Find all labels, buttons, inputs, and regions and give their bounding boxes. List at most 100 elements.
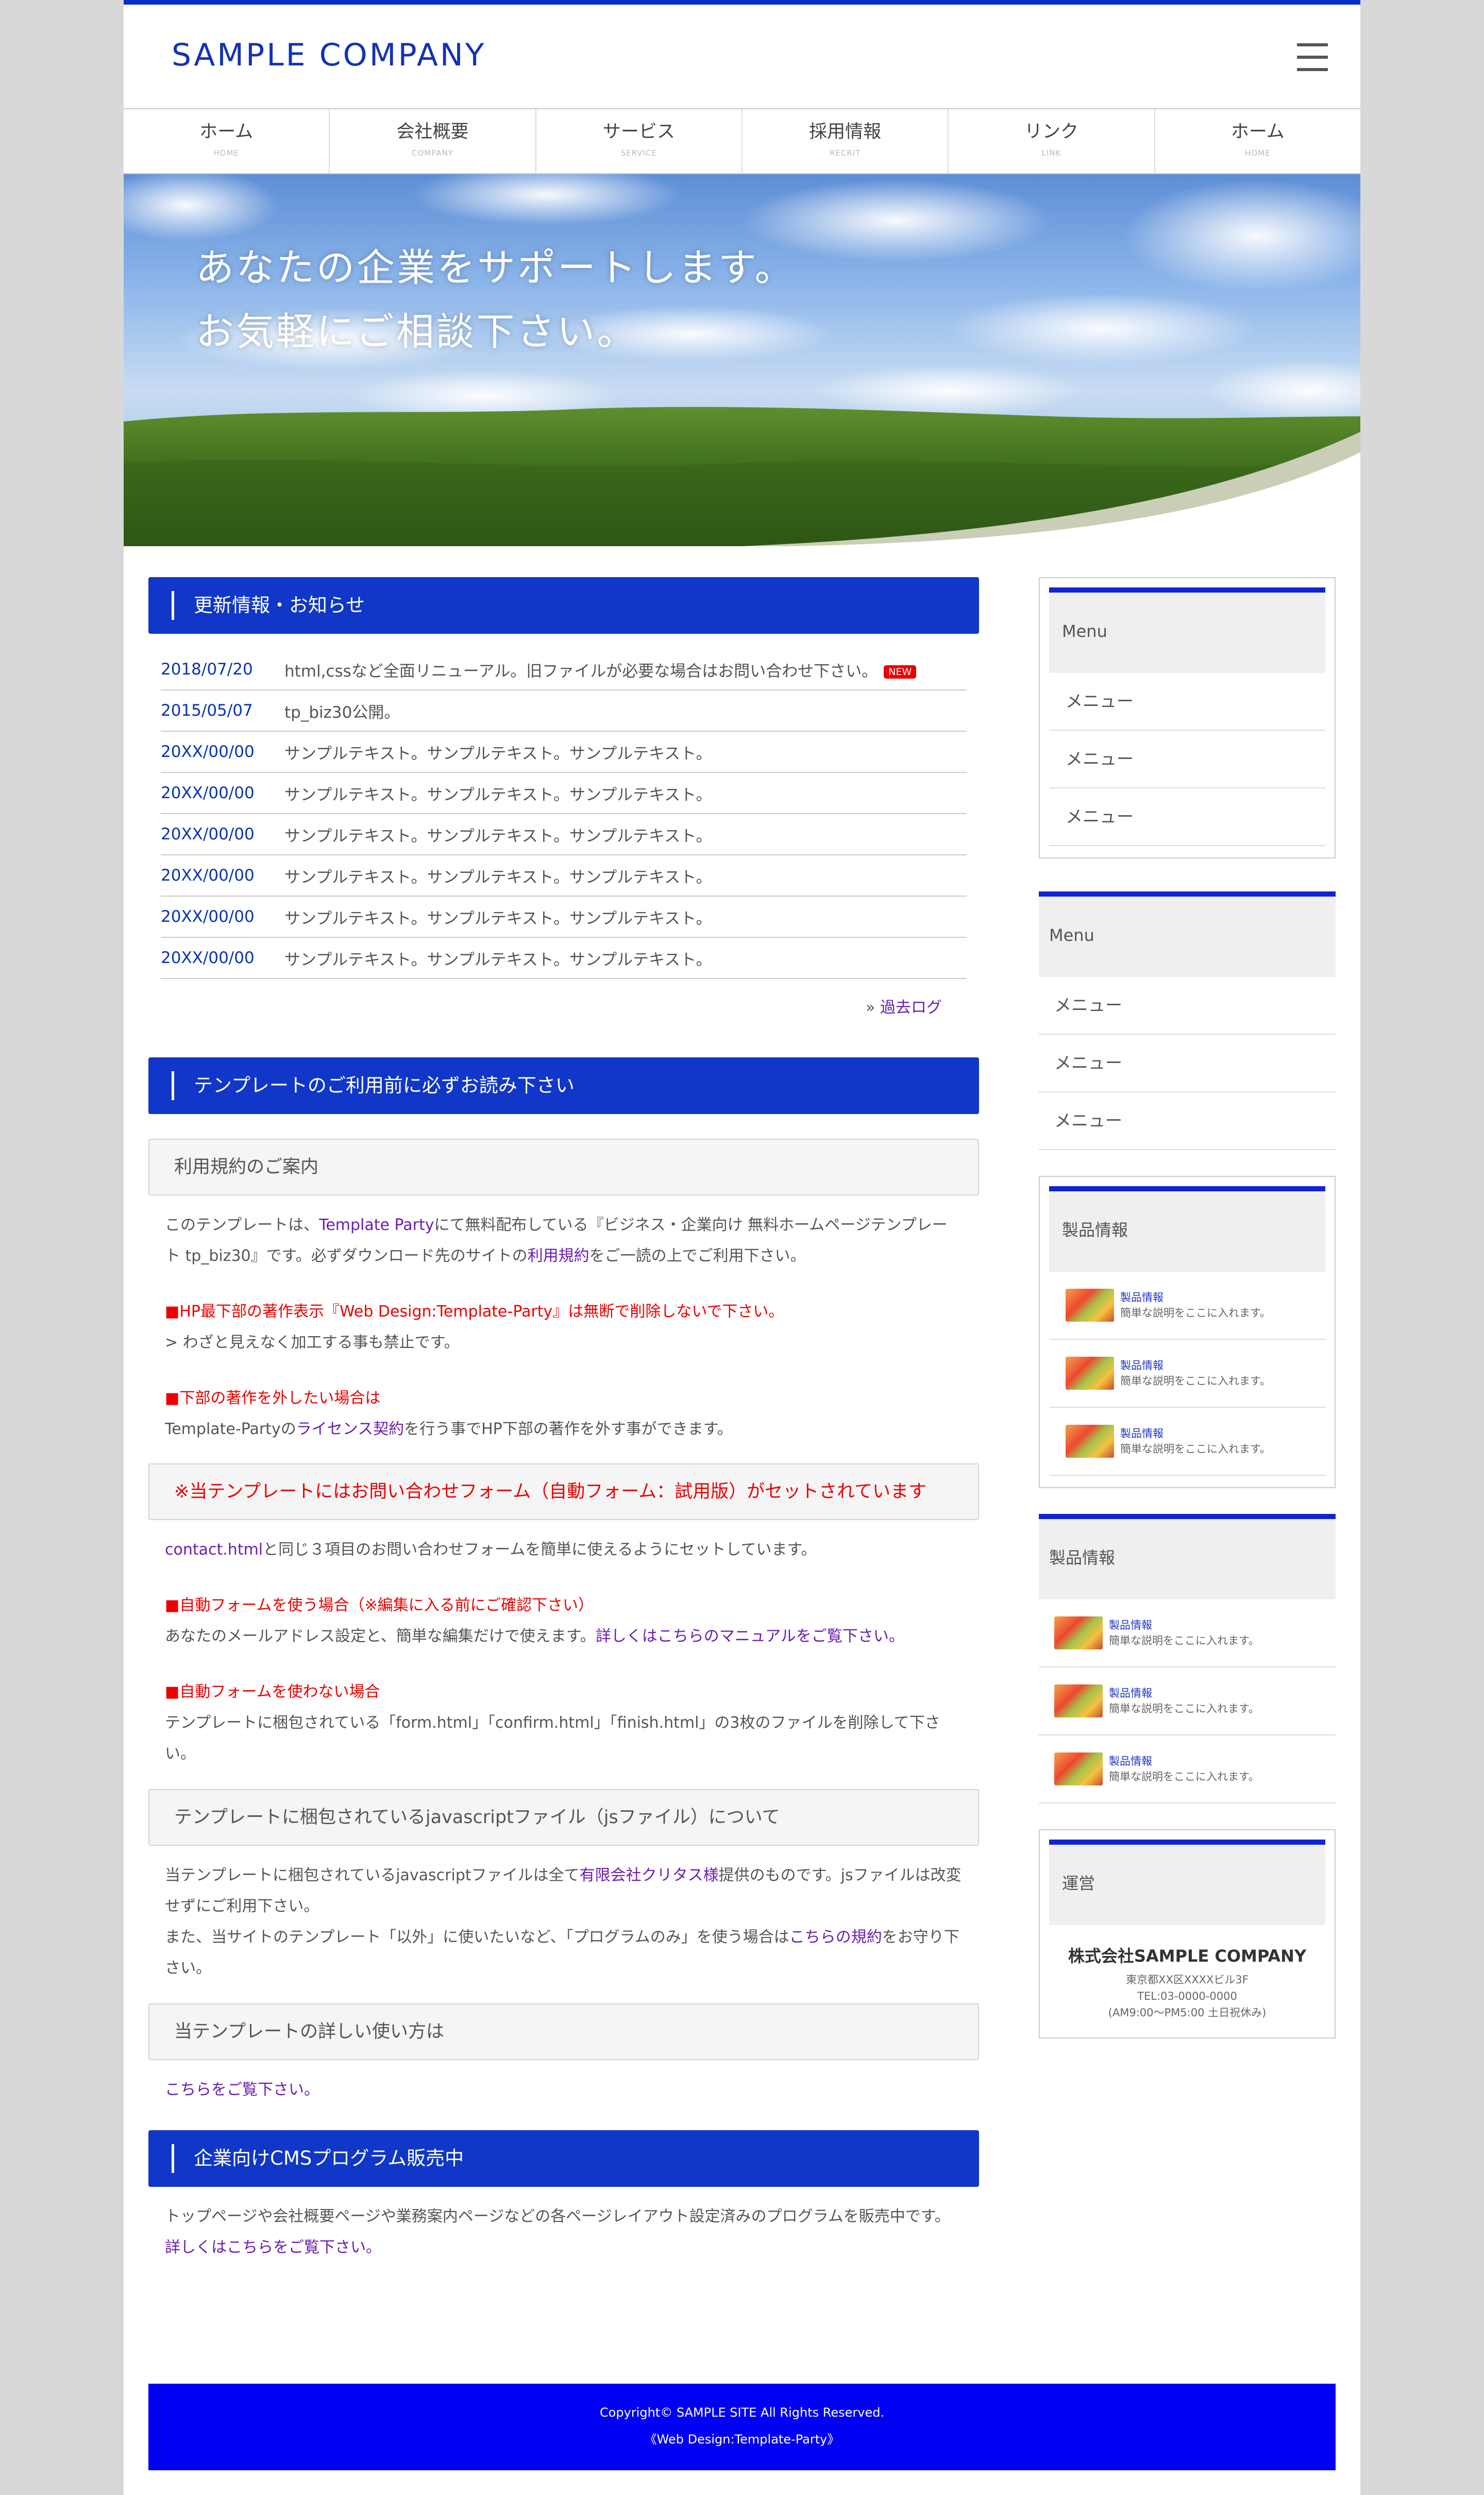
kuritas-link[interactable]: 有限会社クリタス様 — [580, 1866, 719, 1884]
nav-sublabel: HOME — [1245, 148, 1271, 158]
hero-line-2: お気軽にご相談下さい。 — [196, 310, 637, 354]
product-thumbnail — [1054, 1616, 1103, 1649]
news-date: 20XX/00/00 — [161, 949, 255, 967]
main-content: 更新情報・お知らせ 2018/07/20 html,cssなど全面リニューアル。旧… — [148, 577, 979, 2263]
news-heading: 更新情報・お知らせ — [148, 577, 979, 634]
news-list: 2018/07/20 html,cssなど全面リニューアル。旧ファイルが必要な場合… — [161, 649, 967, 979]
global-nav: ホーム HOME 会社概要 COMPANY サービス SERVICE 採用情報 RECR… — [124, 108, 1360, 174]
news-row: 20XX/00/00 サンプルテキスト。サンプルテキスト。サンプルテキスト。 — [161, 814, 967, 855]
js-heading: テンプレートに梱包されているjavascriptファイル（jsファイル）について — [148, 1789, 979, 1846]
product-item[interactable]: 製品情報 簡単な説明をここに入れます。 — [1039, 1735, 1336, 1803]
contact-link[interactable]: contact.html — [165, 1541, 263, 1559]
text: と同じ３項目のお問い合わせフォームを簡単に使えるようにセットしています。 — [263, 1541, 817, 1559]
news-text: サンプルテキスト。サンプルテキスト。サンプルテキスト。 — [284, 868, 712, 887]
side-menu-item[interactable]: メニュー — [1039, 1092, 1336, 1150]
news-row: 2018/07/20 html,cssなど全面リニューアル。旧ファイルが必要な場合… — [161, 649, 967, 690]
text: あなたのメールアドレス設定と、簡単な編集だけで使えます。 — [165, 1627, 596, 1645]
auto-form-use: ■自動フォームを使う場合（※編集に入る前にご確認下さい） あなたのメールアドレス設… — [148, 1590, 979, 1652]
auto-form-no-use: ■自動フォームを使わない場合 テンプレートに梱包されている「form.html」「… — [148, 1677, 979, 1769]
news-date: 20XX/00/00 — [161, 866, 255, 885]
product-thumbnail — [1054, 1684, 1103, 1717]
news-row: 20XX/00/00 サンプルテキスト。サンプルテキスト。サンプルテキスト。 — [161, 732, 967, 773]
news-text: サンプルテキスト。サンプルテキスト。サンプルテキスト。 — [284, 785, 712, 804]
sidebar: Menu メニュー メニュー メニュー Menu メニュー メニュー メニュー … — [1039, 577, 1336, 2038]
nav-item-home[interactable]: ホーム HOME — [124, 109, 329, 173]
form-paragraph: contact.htmlと同じ３項目のお問い合わせフォームを簡単に使えるようにセ… — [148, 1535, 979, 1565]
nav-item-recruit[interactable]: 採用情報 RECRIT — [741, 109, 948, 173]
news-row: 20XX/00/00 サンプルテキスト。サンプルテキスト。サンプルテキスト。 — [161, 938, 967, 979]
past-log-link[interactable]: 過去ログ — [880, 999, 942, 1017]
news-text: サンプルテキスト。サンプルテキスト。サンプルテキスト。 — [284, 827, 712, 846]
design-credit[interactable]: 《Web Design:Template-Party》 — [148, 2426, 1336, 2453]
terms-heading: 利用規約のご案内 — [148, 1139, 979, 1195]
nav-sublabel: HOME — [213, 148, 239, 158]
company-info: 株式会社SAMPLE COMPANY 東京都XX区XXXXビル3F TEL:03… — [1049, 1925, 1325, 2026]
nav-label: ホーム — [1230, 122, 1285, 142]
news-row: 20XX/00/00 サンプルテキスト。サンプルテキスト。サンプルテキスト。 — [161, 773, 967, 814]
side-menu-title: Menu — [1049, 587, 1325, 673]
product-item[interactable]: 製品情報簡単な説明をここに入れます。 — [1039, 1667, 1336, 1735]
product-item[interactable]: 製品情報簡単な説明をここに入れます。 — [1039, 1599, 1336, 1667]
nav-label: リンク — [1024, 122, 1078, 142]
nav-label: サービス — [602, 122, 675, 142]
nav-item-home-2[interactable]: ホーム HOME — [1154, 109, 1360, 173]
nav-item-company[interactable]: 会社概要 COMPANY — [329, 109, 535, 173]
cms-link[interactable]: 詳しくはこちらをご覧下さい。 — [165, 2238, 381, 2256]
product-thumbnail — [1066, 1289, 1114, 1322]
side-menu-item[interactable]: メニュー — [1049, 731, 1325, 788]
news-row: 2015/05/07 tp_biz30公開。 — [161, 690, 967, 732]
side-menu-box-1: Menu メニュー メニュー メニュー — [1039, 577, 1336, 858]
news-date: 20XX/00/00 — [161, 825, 255, 844]
past-log-prefix: » — [866, 999, 880, 1017]
license-link[interactable]: ライセンス契約 — [296, 1420, 404, 1438]
footer: Copyright© SAMPLE SITE All Rights Reserv… — [148, 2384, 1336, 2470]
product-desc: 簡単な説明をここに入れます。 — [1120, 1307, 1271, 1319]
program-terms-link[interactable]: こちらの規約 — [789, 1928, 882, 1946]
product-desc: 簡単な説明をここに入れます。 — [1109, 1634, 1259, 1647]
nav-label: 採用情報 — [809, 122, 882, 142]
product-name: 製品情報 — [1109, 1619, 1152, 1631]
news-date: 20XX/00/00 — [161, 784, 255, 802]
warning-text: ■自動フォームを使う場合（※編集に入る前にご確認下さい） — [165, 1596, 594, 1614]
side-menu-item[interactable]: メニュー — [1049, 788, 1325, 846]
copyright: Copyright© SAMPLE SITE All Rights Reserv… — [599, 2405, 885, 2420]
warning-text: ■下部の著作を外したい場合は — [165, 1389, 381, 1407]
product-name: 製品情報 — [1120, 1291, 1163, 1304]
side-company-title: 運営 — [1049, 1840, 1325, 1925]
nav-item-service[interactable]: サービス SERVICE — [535, 109, 741, 173]
text: このテンプレートは、 — [165, 1216, 319, 1234]
company-hours: (AM9:00〜PM5:00 土日祝休み) — [1108, 2007, 1267, 2019]
hamburger-menu-icon[interactable] — [1297, 43, 1328, 71]
js-paragraph: 当テンプレートに梱包されているjavascriptファイルは全て有限会社クリタス… — [148, 1860, 979, 1984]
side-menu-item[interactable]: メニュー — [1039, 977, 1336, 1035]
text: を行う事でHP下部の著作を外す事ができます。 — [404, 1420, 733, 1438]
product-thumbnail — [1066, 1357, 1114, 1390]
news-date: 2018/07/20 — [161, 660, 253, 679]
nav-item-link[interactable]: リンク LINK — [948, 109, 1154, 173]
text: 当テンプレートに梱包されているjavascriptファイルは全て — [165, 1866, 580, 1884]
side-product-box-1: 製品情報 製品情報 簡単な説明をここに入れます。 製品情報 簡単な説明をここに入れま… — [1039, 1176, 1336, 1488]
product-desc: 簡単な説明をここに入れます。 — [1109, 1702, 1259, 1715]
detail-heading: 当テンプレートの詳しい使い方は — [148, 2003, 979, 2060]
side-product-title: 製品情報 — [1039, 1514, 1336, 1599]
product-item[interactable]: 製品情報簡単な説明をここに入れます。 — [1049, 1272, 1325, 1340]
text: トップページや会社概要ページや業務案内ページなどの各ページレイアウト設定済みのプ… — [165, 2207, 950, 2226]
terms-link[interactable]: 利用規約 — [528, 1247, 589, 1265]
detail-link[interactable]: こちらをご覧下さい。 — [165, 2081, 319, 2099]
manual-link[interactable]: 詳しくはこちらのマニュアルをご覧下さい。 — [596, 1627, 904, 1645]
site-logo[interactable]: SAMPLE COMPANY — [172, 37, 486, 73]
news-text: サンプルテキスト。サンプルテキスト。サンプルテキスト。 — [284, 744, 712, 763]
nav-sublabel: RECRIT — [829, 148, 861, 158]
company-name: 株式会社SAMPLE COMPANY — [1068, 1946, 1307, 1966]
product-item[interactable]: 製品情報 簡単な説明をここに入れます。 — [1049, 1340, 1325, 1408]
news-text: サンプルテキスト。サンプルテキスト。サンプルテキスト。 — [284, 950, 712, 969]
product-name: 製品情報 — [1109, 1687, 1152, 1699]
product-item[interactable]: 製品情報 簡単な説明をここに入れます。 — [1049, 1408, 1325, 1476]
hero-caption: あなたの企業をサポートします。 お気軽にご相談下さい。 — [196, 236, 795, 364]
template-party-link[interactable]: Template Party — [319, 1216, 434, 1234]
page: SAMPLE COMPANY ホーム HOME 会社概要 COMPANY サービス S… — [124, 0, 1360, 2495]
side-menu-item[interactable]: メニュー — [1049, 673, 1325, 731]
side-menu-item[interactable]: メニュー — [1039, 1035, 1336, 1092]
news-date: 20XX/00/00 — [161, 907, 255, 926]
news-text-body: html,cssなど全面リニューアル。旧ファイルが必要な場合はお問い合わせ下さい… — [284, 662, 878, 681]
